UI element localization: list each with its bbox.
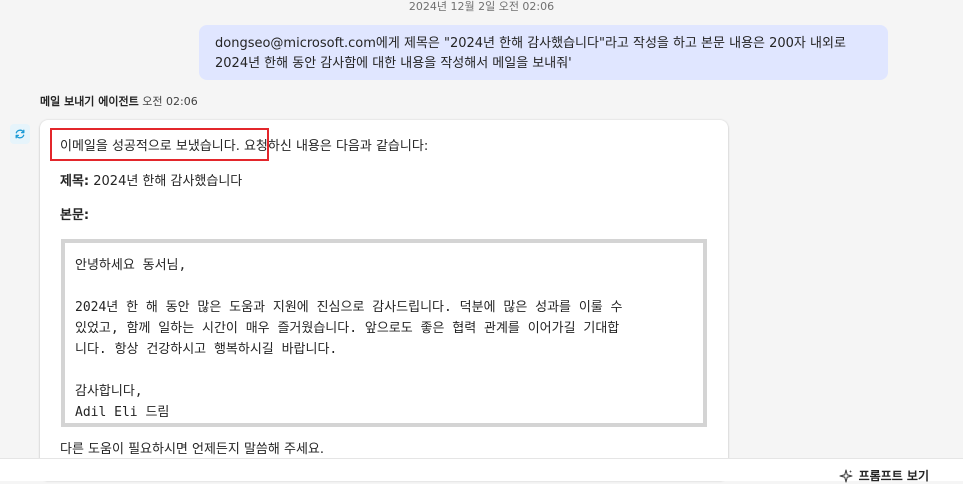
user-message-bubble: dongseo@microsoft.com에게 제목은 "2024년 한해 감사… xyxy=(199,25,888,80)
subject-label: 제목: xyxy=(60,174,90,189)
email-signature: Adil Eli 드림 xyxy=(75,405,170,420)
agent-message-header: 메일 보내기 에이전트 오전 02:06 xyxy=(40,93,198,109)
agent-message-time: 오전 02:06 xyxy=(142,95,198,108)
agent-message-card: 이메일을 성공적으로 보냈습니다. 요청하신 내용은 다음과 같습니다: 제목:… xyxy=(40,120,728,480)
sparkle-icon xyxy=(839,468,853,483)
closing-message: 다른 도움이 필요하시면 언제든지 말씀해 주세요. xyxy=(60,442,324,457)
view-prompt-label: 프롬프트 보기 xyxy=(858,469,929,483)
user-message-line: dongseo@microsoft.com에게 제목은 "2024년 한해 감사… xyxy=(215,36,846,51)
email-body-line: 니다. 항상 건강하시고 행복하시길 바랍니다. xyxy=(75,342,338,357)
email-body-box: 안녕하세요 동서님, 2024년 한 해 동안 많은 도움과 지원에 진심으로 … xyxy=(61,239,707,427)
email-body-line: 2024년 한 해 동안 많은 도움과 지원에 진심으로 감사드립니다. 덕분에… xyxy=(75,300,623,315)
bottom-bar: 프롬프트 보기 xyxy=(0,458,963,484)
agent-avatar xyxy=(10,124,30,144)
email-body-line: 있었고, 함께 일하는 시간이 매우 즐거웠습니다. 앞으로도 좋은 협력 관계… xyxy=(75,321,620,336)
subject-line: 제목: 2024년 한해 감사했습니다 xyxy=(60,172,242,192)
success-highlight-box xyxy=(50,128,269,161)
view-prompt-button[interactable]: 프롬프트 보기 xyxy=(839,467,929,484)
email-greeting: 안녕하세요 동서님, xyxy=(75,258,187,273)
body-label-line: 본문: xyxy=(60,206,89,226)
email-thanks: 감사합니다, xyxy=(75,384,143,399)
agent-name: 메일 보내기 에이전트 xyxy=(40,95,139,108)
conversation-timestamp: 2024년 12월 2일 오전 02:06 xyxy=(408,0,555,13)
user-message-line: 2024년 한해 동안 감사함에 대한 내용을 작성해서 메일을 보내줘' xyxy=(215,56,572,71)
body-label: 본문: xyxy=(60,208,90,223)
subject-value: 2024년 한해 감사했습니다 xyxy=(89,174,243,189)
agent-sync-icon xyxy=(15,129,25,139)
